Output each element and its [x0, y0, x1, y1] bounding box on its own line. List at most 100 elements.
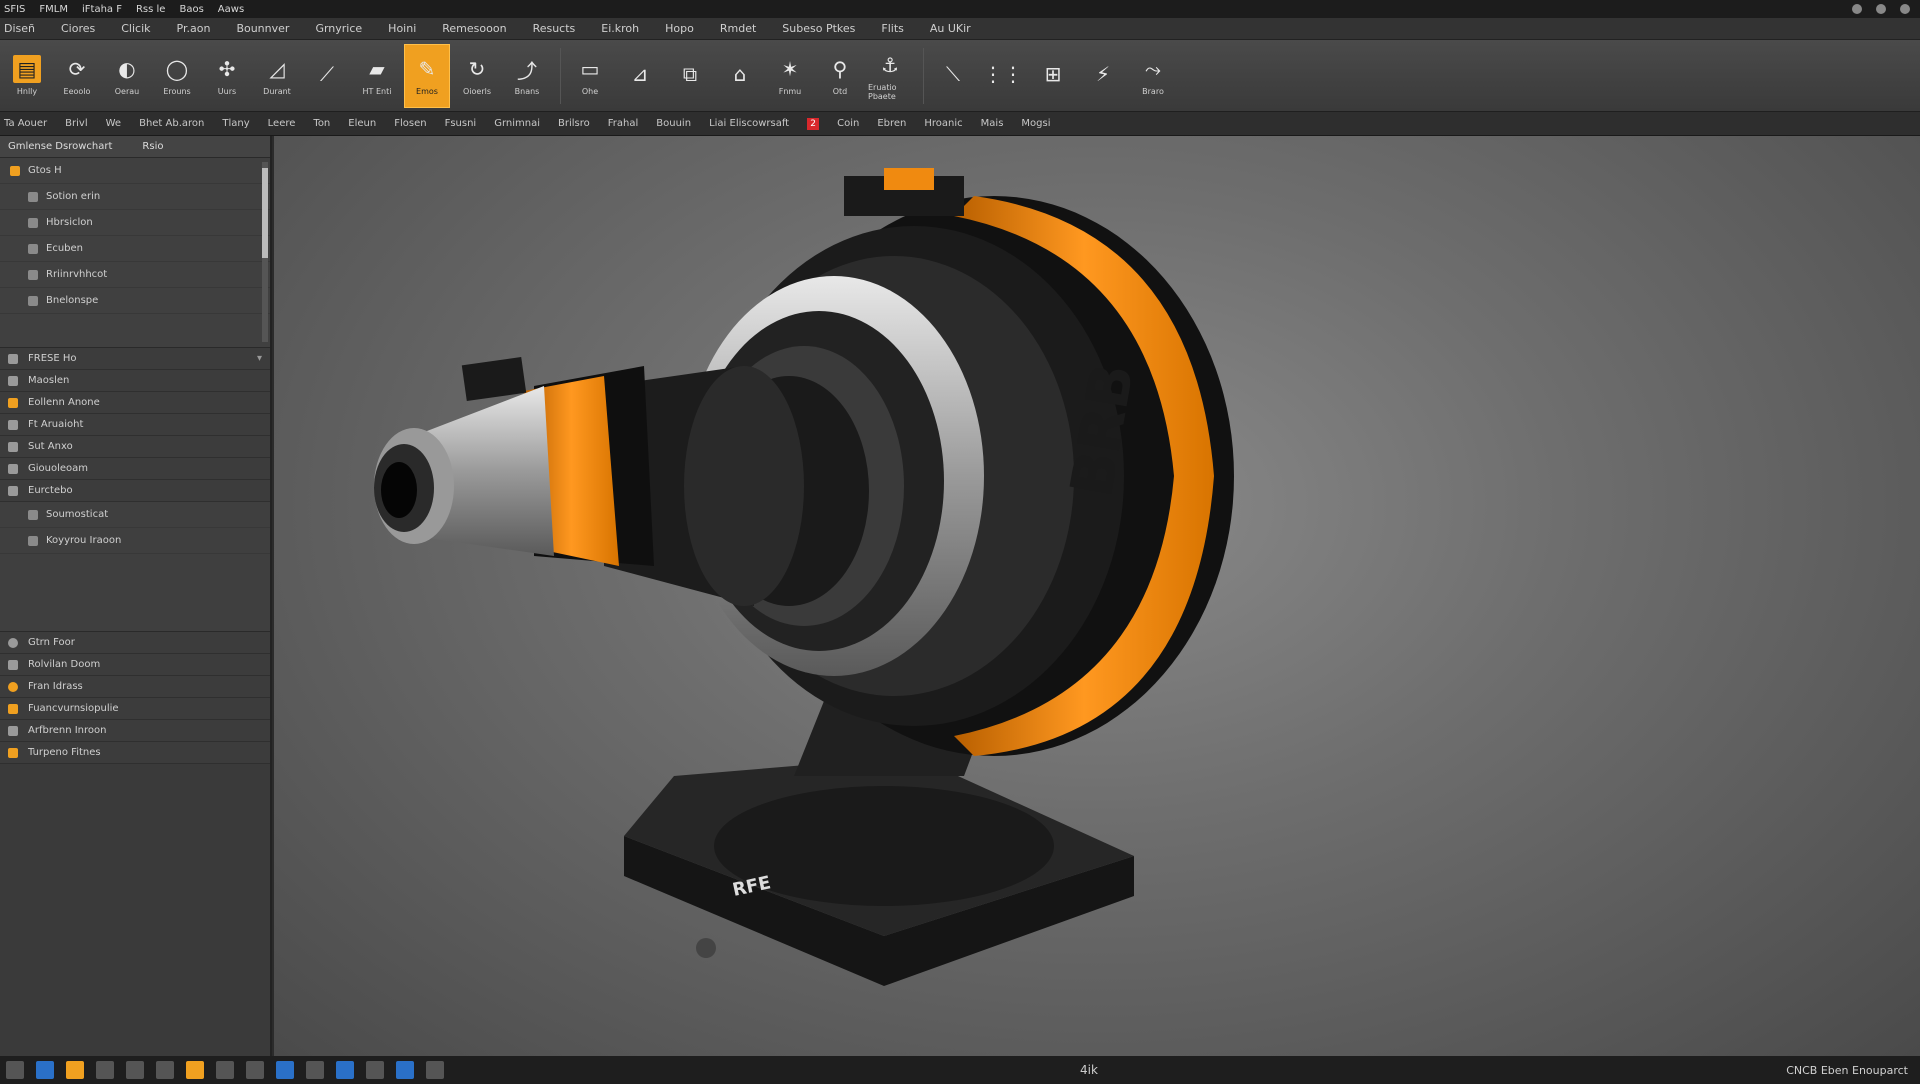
section-row[interactable]: Eurctebo: [0, 480, 270, 502]
sub-item[interactable]: Mais: [981, 118, 1004, 129]
sub-item[interactable]: Hroanic: [924, 118, 962, 129]
tool-line[interactable]: ⟍: [930, 44, 976, 108]
sub-item[interactable]: Ebren: [877, 118, 906, 129]
tool-measure[interactable]: ⊿: [617, 44, 663, 108]
menu-item[interactable]: Grnyrice: [315, 22, 362, 35]
tool-icon[interactable]: [306, 1061, 324, 1079]
section-row[interactable]: Maoslen: [0, 370, 270, 392]
sub-item[interactable]: Bhet Ab.aron: [139, 118, 204, 129]
sub-item[interactable]: Brivl: [65, 118, 87, 129]
tool-coordinate[interactable]: ⤴ Bnans: [504, 44, 550, 108]
sub-item[interactable]: Leere: [268, 118, 296, 129]
app-icon[interactable]: [6, 1061, 24, 1079]
tool-brake[interactable]: ⤳ Braro: [1130, 44, 1176, 108]
menu-item[interactable]: Resucts: [533, 22, 576, 35]
monitor-icon[interactable]: [126, 1061, 144, 1079]
shield-icon[interactable]: [246, 1061, 264, 1079]
tool-rotate[interactable]: ↻ Oioerls: [454, 44, 500, 108]
section-row[interactable]: Turpeno Fitnes: [0, 742, 270, 764]
menu-item[interactable]: Ei.kroh: [601, 22, 639, 35]
tree-scrollbar[interactable]: [262, 162, 268, 342]
tool-chamfer[interactable]: ⟋: [304, 44, 350, 108]
section-row[interactable]: Fran Idrass: [0, 676, 270, 698]
sub-item[interactable]: Coin: [837, 118, 859, 129]
arrow-icon[interactable]: [156, 1061, 174, 1079]
section-row[interactable]: Eollenn Anone: [0, 392, 270, 414]
pen-icon[interactable]: [216, 1061, 234, 1079]
sub-item[interactable]: Frahal: [608, 118, 639, 129]
menu-item[interactable]: Rmdet: [720, 22, 756, 35]
tool-bolt[interactable]: ⚡: [1080, 44, 1126, 108]
tool-pin[interactable]: ⚲ Otd: [817, 44, 863, 108]
sub-item[interactable]: Liai Eliscowrsaft: [709, 118, 789, 129]
maximize-button[interactable]: [1876, 4, 1886, 14]
tool-sweep[interactable]: ◐ Oerau: [104, 44, 150, 108]
alert-badge[interactable]: 2: [807, 117, 820, 130]
menu-item[interactable]: Diseñ: [4, 22, 35, 35]
tree-item[interactable]: Bnelonspe: [0, 288, 270, 314]
tree-item[interactable]: Sotion erin: [0, 184, 270, 210]
section-row[interactable]: Fuancvurnsiopulie: [0, 698, 270, 720]
menu-item[interactable]: Flits: [881, 22, 903, 35]
sub-item[interactable]: Bouuin: [656, 118, 691, 129]
menu-item[interactable]: Au UKir: [930, 22, 971, 35]
image-icon[interactable]: [96, 1061, 114, 1079]
chart-icon[interactable]: [276, 1061, 294, 1079]
close-button[interactable]: [1900, 4, 1910, 14]
minimize-button[interactable]: [1852, 4, 1862, 14]
sub-item[interactable]: Grnimnai: [494, 118, 540, 129]
sub-item[interactable]: Mogsi: [1021, 118, 1050, 129]
sub-item[interactable]: Flosen: [394, 118, 426, 129]
tool-section[interactable]: ⧉: [667, 44, 713, 108]
section-row[interactable]: Rolvilan Doom: [0, 654, 270, 676]
menu-item[interactable]: Pr.aon: [177, 22, 211, 35]
3d-model[interactable]: RFE BRB: [274, 136, 1920, 1056]
tool-spark[interactable]: ✶ Fnmu: [767, 44, 813, 108]
menu-item[interactable]: Hoini: [388, 22, 416, 35]
menu-item[interactable]: Subeso Ptkes: [782, 22, 855, 35]
sub-item[interactable]: Fsusni: [445, 118, 477, 129]
tree-item[interactable]: Hbrsiclon: [0, 210, 270, 236]
tool-revolve[interactable]: ⟳ Eeoolo: [54, 44, 100, 108]
tool-edit-active[interactable]: ✎ Emos: [404, 43, 450, 108]
sub-item[interactable]: Brilsro: [558, 118, 590, 129]
tool-align[interactable]: ⊞: [1030, 44, 1076, 108]
3d-viewport[interactable]: RFE BRB: [274, 136, 1920, 1056]
app-icon[interactable]: [186, 1061, 204, 1079]
tree-item[interactable]: Gtos H: [0, 158, 270, 184]
tree-item[interactable]: Soumosticat: [0, 502, 270, 528]
tool-grid[interactable]: ⋮⋮: [980, 44, 1026, 108]
sub-item[interactable]: We: [106, 118, 121, 129]
section-row[interactable]: Gtrn Foor: [0, 632, 270, 654]
tool-render[interactable]: ⚓ Eruatio Pbaete: [867, 44, 913, 108]
heart-icon[interactable]: [366, 1061, 384, 1079]
menu-item[interactable]: Remesooon: [442, 22, 506, 35]
section-row[interactable]: Ft Aruaioht: [0, 414, 270, 436]
scrollbar-thumb[interactable]: [262, 168, 268, 258]
tool-house[interactable]: ⌂: [717, 44, 763, 108]
menu-item[interactable]: Hopo: [665, 22, 694, 35]
document-icon[interactable]: [336, 1061, 354, 1079]
mail-icon[interactable]: [396, 1061, 414, 1079]
section-row[interactable]: FRESE Ho ▾: [0, 348, 270, 370]
tool-sketch[interactable]: ▤ Hnlly: [4, 44, 50, 108]
sub-item[interactable]: Eleun: [348, 118, 376, 129]
folder-icon[interactable]: [66, 1061, 84, 1079]
tool-pattern[interactable]: ✣ Uurs: [204, 44, 250, 108]
menu-item[interactable]: Ciores: [61, 22, 95, 35]
sub-item[interactable]: Ton: [313, 118, 330, 129]
terminal-icon[interactable]: [426, 1061, 444, 1079]
sub-item[interactable]: Tlany: [222, 118, 249, 129]
tool-view[interactable]: ▰ HT Enti: [354, 44, 400, 108]
tool-draft[interactable]: ◿ Durant: [254, 44, 300, 108]
menu-item[interactable]: Clicik: [121, 22, 150, 35]
sub-item[interactable]: Ta Aouer: [4, 118, 47, 129]
menu-item[interactable]: Bounnver: [236, 22, 289, 35]
section-row[interactable]: Giouoleoam: [0, 458, 270, 480]
tree-item[interactable]: Koyyrou Iraoon: [0, 528, 270, 554]
tool-hole[interactable]: ◯ Erouns: [154, 44, 200, 108]
section-row[interactable]: Arfbrenn Inroon: [0, 720, 270, 742]
tree-item[interactable]: Rriinrvhhcot: [0, 262, 270, 288]
tree-item[interactable]: Ecuben: [0, 236, 270, 262]
windows-icon[interactable]: [36, 1061, 54, 1079]
